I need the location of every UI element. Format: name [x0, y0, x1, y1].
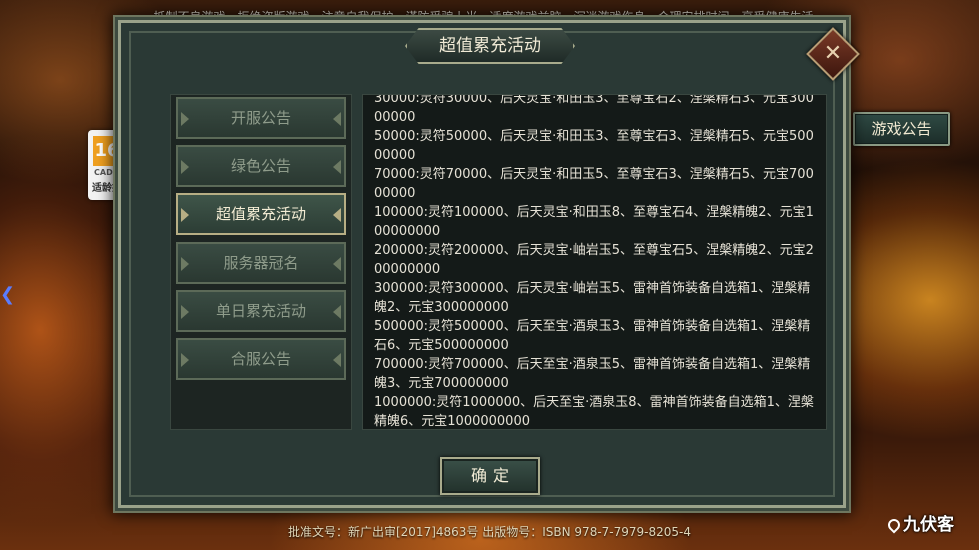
reward-line: 00000: [374, 110, 416, 125]
reward-line: 00000000: [374, 224, 441, 239]
reward-line: 精魄6、元宝1000000000: [374, 414, 530, 429]
reward-line: 00000: [374, 186, 416, 201]
watermark-text: 九伏客: [903, 515, 954, 535]
reward-line: 石6、元宝500000000: [374, 338, 509, 353]
menu-item-daily-recharge[interactable]: 单日累充活动: [176, 290, 346, 332]
game-notice-button[interactable]: 游戏公告: [853, 112, 950, 146]
reward-line: 100000:灵符100000、后天灵宝·和田玉8、至尊宝石4、涅槃精魄2、元宝…: [374, 205, 814, 220]
license-notice: 批准文号：新广出审[2017]4863号 出版物号：ISBN 978-7-797…: [287, 525, 691, 539]
reward-line: 700000:灵符700000、后天至宝·酒泉玉5、雷神首饰装备自选箱1、涅槃精: [374, 357, 811, 372]
watermark: 九伏客: [885, 510, 954, 535]
side-arrow-icon: ❮: [0, 284, 16, 305]
announcement-content[interactable]: 30000:灵符30000、后天灵宝·和田玉3、至尊宝石2、涅槃精石3、元宝30…: [362, 94, 827, 430]
age-rating-number: 16: [93, 136, 121, 166]
dialog-title: 超值累充活动: [405, 28, 575, 64]
reward-list: 30000:灵符30000、后天灵宝·和田玉3、至尊宝石2、涅槃精石3、元宝30…: [374, 94, 826, 429]
reward-line: 魄3、元宝700000000: [374, 376, 509, 391]
reward-line: 30000:灵符30000、后天灵宝·和田玉3、至尊宝石2、涅槃精石3、元宝30…: [374, 94, 814, 106]
menu-item-green-notice[interactable]: 绿色公告: [176, 145, 346, 187]
reward-line: 00000000: [374, 262, 441, 277]
reward-line: 300000:灵符300000、后天灵宝·岫岩玉5、雷神首饰装备自选箱1、涅槃精: [374, 281, 811, 296]
reward-line: 200000:灵符200000、后天灵宝·岫岩玉5、至尊宝石5、涅槃精魄2、元宝…: [374, 243, 814, 258]
close-icon: ✕: [823, 41, 843, 66]
reward-line: 70000:灵符70000、后天灵宝·和田玉5、至尊宝石3、涅槃精石5、元宝70…: [374, 167, 814, 182]
menu-item-server-merge[interactable]: 合服公告: [176, 338, 346, 380]
reward-line: 50000:灵符50000、后天灵宝·和田玉3、至尊宝石3、涅槃精石5、元宝50…: [374, 129, 814, 144]
reward-line: 1000000:灵符1000000、后天至宝·酒泉玉8、雷神首饰装备自选箱1、涅…: [374, 395, 814, 410]
confirm-button[interactable]: 确定: [440, 457, 540, 495]
location-pin-icon: [885, 516, 903, 534]
reward-line: 00000: [374, 148, 416, 163]
menu-item-server-open[interactable]: 开服公告: [176, 97, 346, 139]
menu-item-server-naming[interactable]: 服务器冠名: [176, 242, 346, 284]
menu-item-recharge-event[interactable]: 超值累充活动: [176, 193, 346, 235]
reward-line: 500000:灵符500000、后天至宝·酒泉玉3、雷神首饰装备自选箱1、涅槃精: [374, 319, 811, 334]
reward-line: 魄2、元宝300000000: [374, 300, 509, 315]
